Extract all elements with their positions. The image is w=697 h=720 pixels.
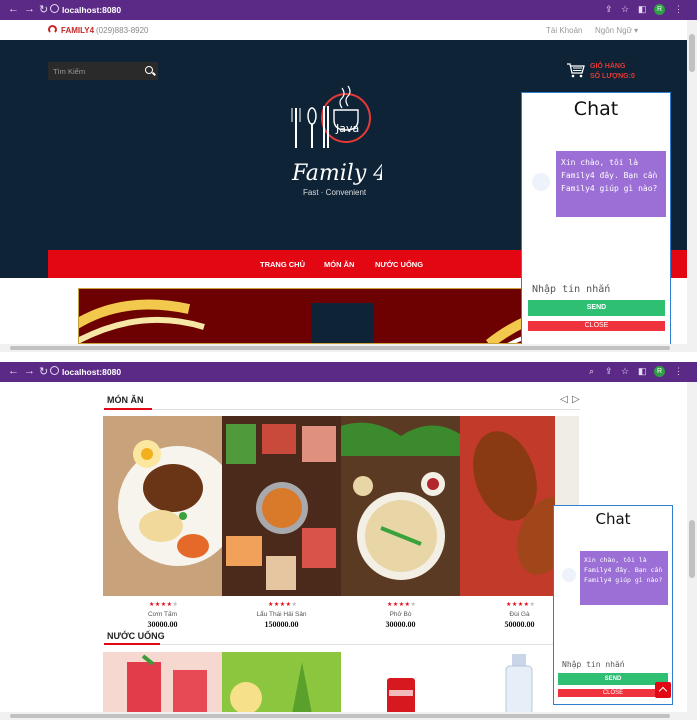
food-image-pho-bo[interactable]: [341, 416, 460, 596]
rating-stars: ★★★★★: [268, 602, 298, 608]
browser-toolbar-2: ← → ↻ localhost:8080 ⌕ ⇪ ☆ ◧ R ⋮: [0, 362, 697, 382]
tagline: Fast · Convenient: [303, 188, 367, 197]
browser-toolbar: ← → ↻ localhost:8080 ⇪ ☆ ◧ R ⋮: [0, 0, 697, 20]
vertical-scrollbar[interactable]: [687, 382, 697, 712]
language-dropdown[interactable]: Ngôn Ngữ ▾: [595, 26, 638, 35]
cart-summary[interactable]: GIỎ HÀNG SỐ LƯỢNG:0: [590, 62, 635, 82]
rating-stars: ★★★★★: [387, 602, 417, 608]
cart-icon[interactable]: [566, 62, 586, 78]
vertical-scrollbar[interactable]: [687, 20, 697, 344]
headset-icon: [48, 25, 57, 34]
foods-section-title: MÓN ĂN: [107, 395, 144, 405]
nav-item-home[interactable]: TRANG CHỦ: [260, 260, 305, 269]
screenshot-bottom: ← → ↻ localhost:8080 ⌕ ⇪ ☆ ◧ R ⋮ MÓN ĂN …: [0, 362, 697, 720]
nav-item-drinks[interactable]: NƯỚC UỐNG: [375, 260, 423, 269]
logo-java-text: Java: [335, 122, 359, 135]
food-name[interactable]: Phở Bò: [341, 611, 460, 618]
forward-icon[interactable]: →: [24, 365, 35, 377]
chat-message-bubble: Xin chào, tôi là Family4 đây. Bạn cần Fa…: [580, 551, 668, 605]
scrollbar-thumb-h[interactable]: [10, 346, 670, 350]
site-logo[interactable]: Java Family 4: [282, 84, 382, 188]
scrollbar-thumb[interactable]: [689, 34, 695, 72]
rating-stars: ★★★★★: [506, 602, 536, 608]
back-icon[interactable]: ←: [8, 365, 19, 377]
chat-input[interactable]: Nhập tin nhắn: [532, 284, 610, 295]
food-price: 30000.00: [147, 620, 178, 629]
logo-script-text: Family 4: [291, 161, 382, 186]
chat-title: Chat: [595, 510, 631, 528]
banner-logo: [311, 303, 373, 343]
food-name[interactable]: Cơm Tấm: [103, 611, 222, 618]
bot-avatar: [562, 568, 576, 582]
profile-avatar[interactable]: R: [654, 4, 665, 15]
rating-stars: ★★★★★: [149, 602, 179, 608]
share-icon[interactable]: ⇪: [605, 366, 613, 377]
drink-image-pineapple[interactable]: [222, 652, 341, 714]
food-price: 150000.00: [264, 620, 299, 629]
menu-kebab-icon[interactable]: ⋮: [674, 4, 683, 15]
reload-icon[interactable]: ↻: [39, 365, 48, 378]
drink-image-coca-cola[interactable]: [341, 652, 460, 714]
promo-banner: [78, 288, 598, 344]
next-arrow-icon[interactable]: ▷: [572, 394, 580, 405]
section-accent: [104, 408, 152, 410]
site-info-icon[interactable]: [50, 4, 59, 13]
site-info-icon[interactable]: [50, 366, 59, 375]
sidepanel-icon[interactable]: ◧: [638, 4, 647, 15]
top-info-bar: FAMILY4 (029)883-8920 Tài Khoản Ngôn Ngữ…: [0, 20, 687, 40]
scroll-to-top-button[interactable]: [655, 682, 671, 698]
food-image-com-tam[interactable]: [103, 416, 222, 596]
menu-kebab-icon[interactable]: ⋮: [674, 366, 683, 377]
address-bar[interactable]: localhost:8080: [62, 367, 121, 377]
reload-icon[interactable]: ↻: [39, 3, 48, 16]
zoom-icon[interactable]: ⌕: [589, 366, 594, 377]
account-link[interactable]: Tài Khoản: [546, 26, 582, 35]
send-button[interactable]: SEND: [528, 300, 665, 316]
cart-count: SỐ LƯỢNG:0: [590, 73, 635, 80]
chevron-down-icon: ▾: [634, 26, 639, 35]
chat-input[interactable]: Nhập tin nhắn: [562, 660, 625, 669]
chat-widget: Chat Xin chào, tôi là Family4 đây. Bạn c…: [521, 92, 671, 346]
food-name[interactable]: Lẩu Thái Hải Sản: [222, 611, 341, 618]
section-divider: [104, 409, 580, 410]
drinks-section-title: NƯỚC UỐNG: [107, 631, 165, 641]
search-icon[interactable]: [145, 66, 153, 74]
section-accent: [104, 643, 160, 645]
search-placeholder: Tìm Kiếm: [53, 67, 86, 76]
back-icon[interactable]: ←: [8, 3, 19, 15]
brand-name: FAMILY4: [61, 26, 95, 35]
send-button[interactable]: SEND: [558, 673, 668, 685]
prev-arrow-icon[interactable]: ◁: [560, 394, 568, 405]
bookmark-star-icon[interactable]: ☆: [621, 366, 629, 377]
share-icon[interactable]: ⇪: [605, 4, 613, 15]
scrollbar-thumb-h[interactable]: [10, 714, 670, 718]
close-button[interactable]: CLOSE: [558, 689, 668, 697]
cart-label: GIỎ HÀNG: [590, 63, 626, 70]
scrollbar-thumb[interactable]: [689, 520, 695, 578]
close-button[interactable]: CLOSE: [528, 321, 665, 331]
chat-message-bubble: Xin chào, tôi là Family4 đây. Bạn cần Fa…: [556, 151, 666, 217]
nav-item-foods[interactable]: MÓN ĂN: [324, 260, 354, 269]
bookmark-star-icon[interactable]: ☆: [621, 4, 629, 15]
horizontal-scrollbar[interactable]: [0, 344, 697, 352]
screenshot-divider: [0, 352, 697, 362]
section-divider: [104, 644, 580, 645]
screenshot-top: ← → ↻ localhost:8080 ⇪ ☆ ◧ R ⋮ FAMILY4 (…: [0, 0, 697, 352]
address-bar[interactable]: localhost:8080: [62, 5, 121, 15]
chat-widget-2: Chat Xin chào, tôi là Family4 đây. Bạn c…: [553, 505, 673, 705]
bot-avatar: [532, 173, 550, 191]
food-price: 30000.00: [385, 620, 416, 629]
sidepanel-icon[interactable]: ◧: [638, 366, 647, 377]
chat-title: Chat: [573, 98, 619, 120]
profile-avatar[interactable]: R: [654, 366, 665, 377]
language-label: Ngôn Ngữ: [595, 26, 632, 35]
horizontal-scrollbar[interactable]: [0, 712, 697, 720]
drink-image-watermelon[interactable]: [103, 652, 222, 714]
forward-icon[interactable]: →: [24, 3, 35, 15]
search-input[interactable]: Tìm Kiếm: [48, 62, 158, 80]
phone-number: (029)883-8920: [96, 26, 149, 35]
food-image-lau-thai[interactable]: [222, 416, 341, 596]
